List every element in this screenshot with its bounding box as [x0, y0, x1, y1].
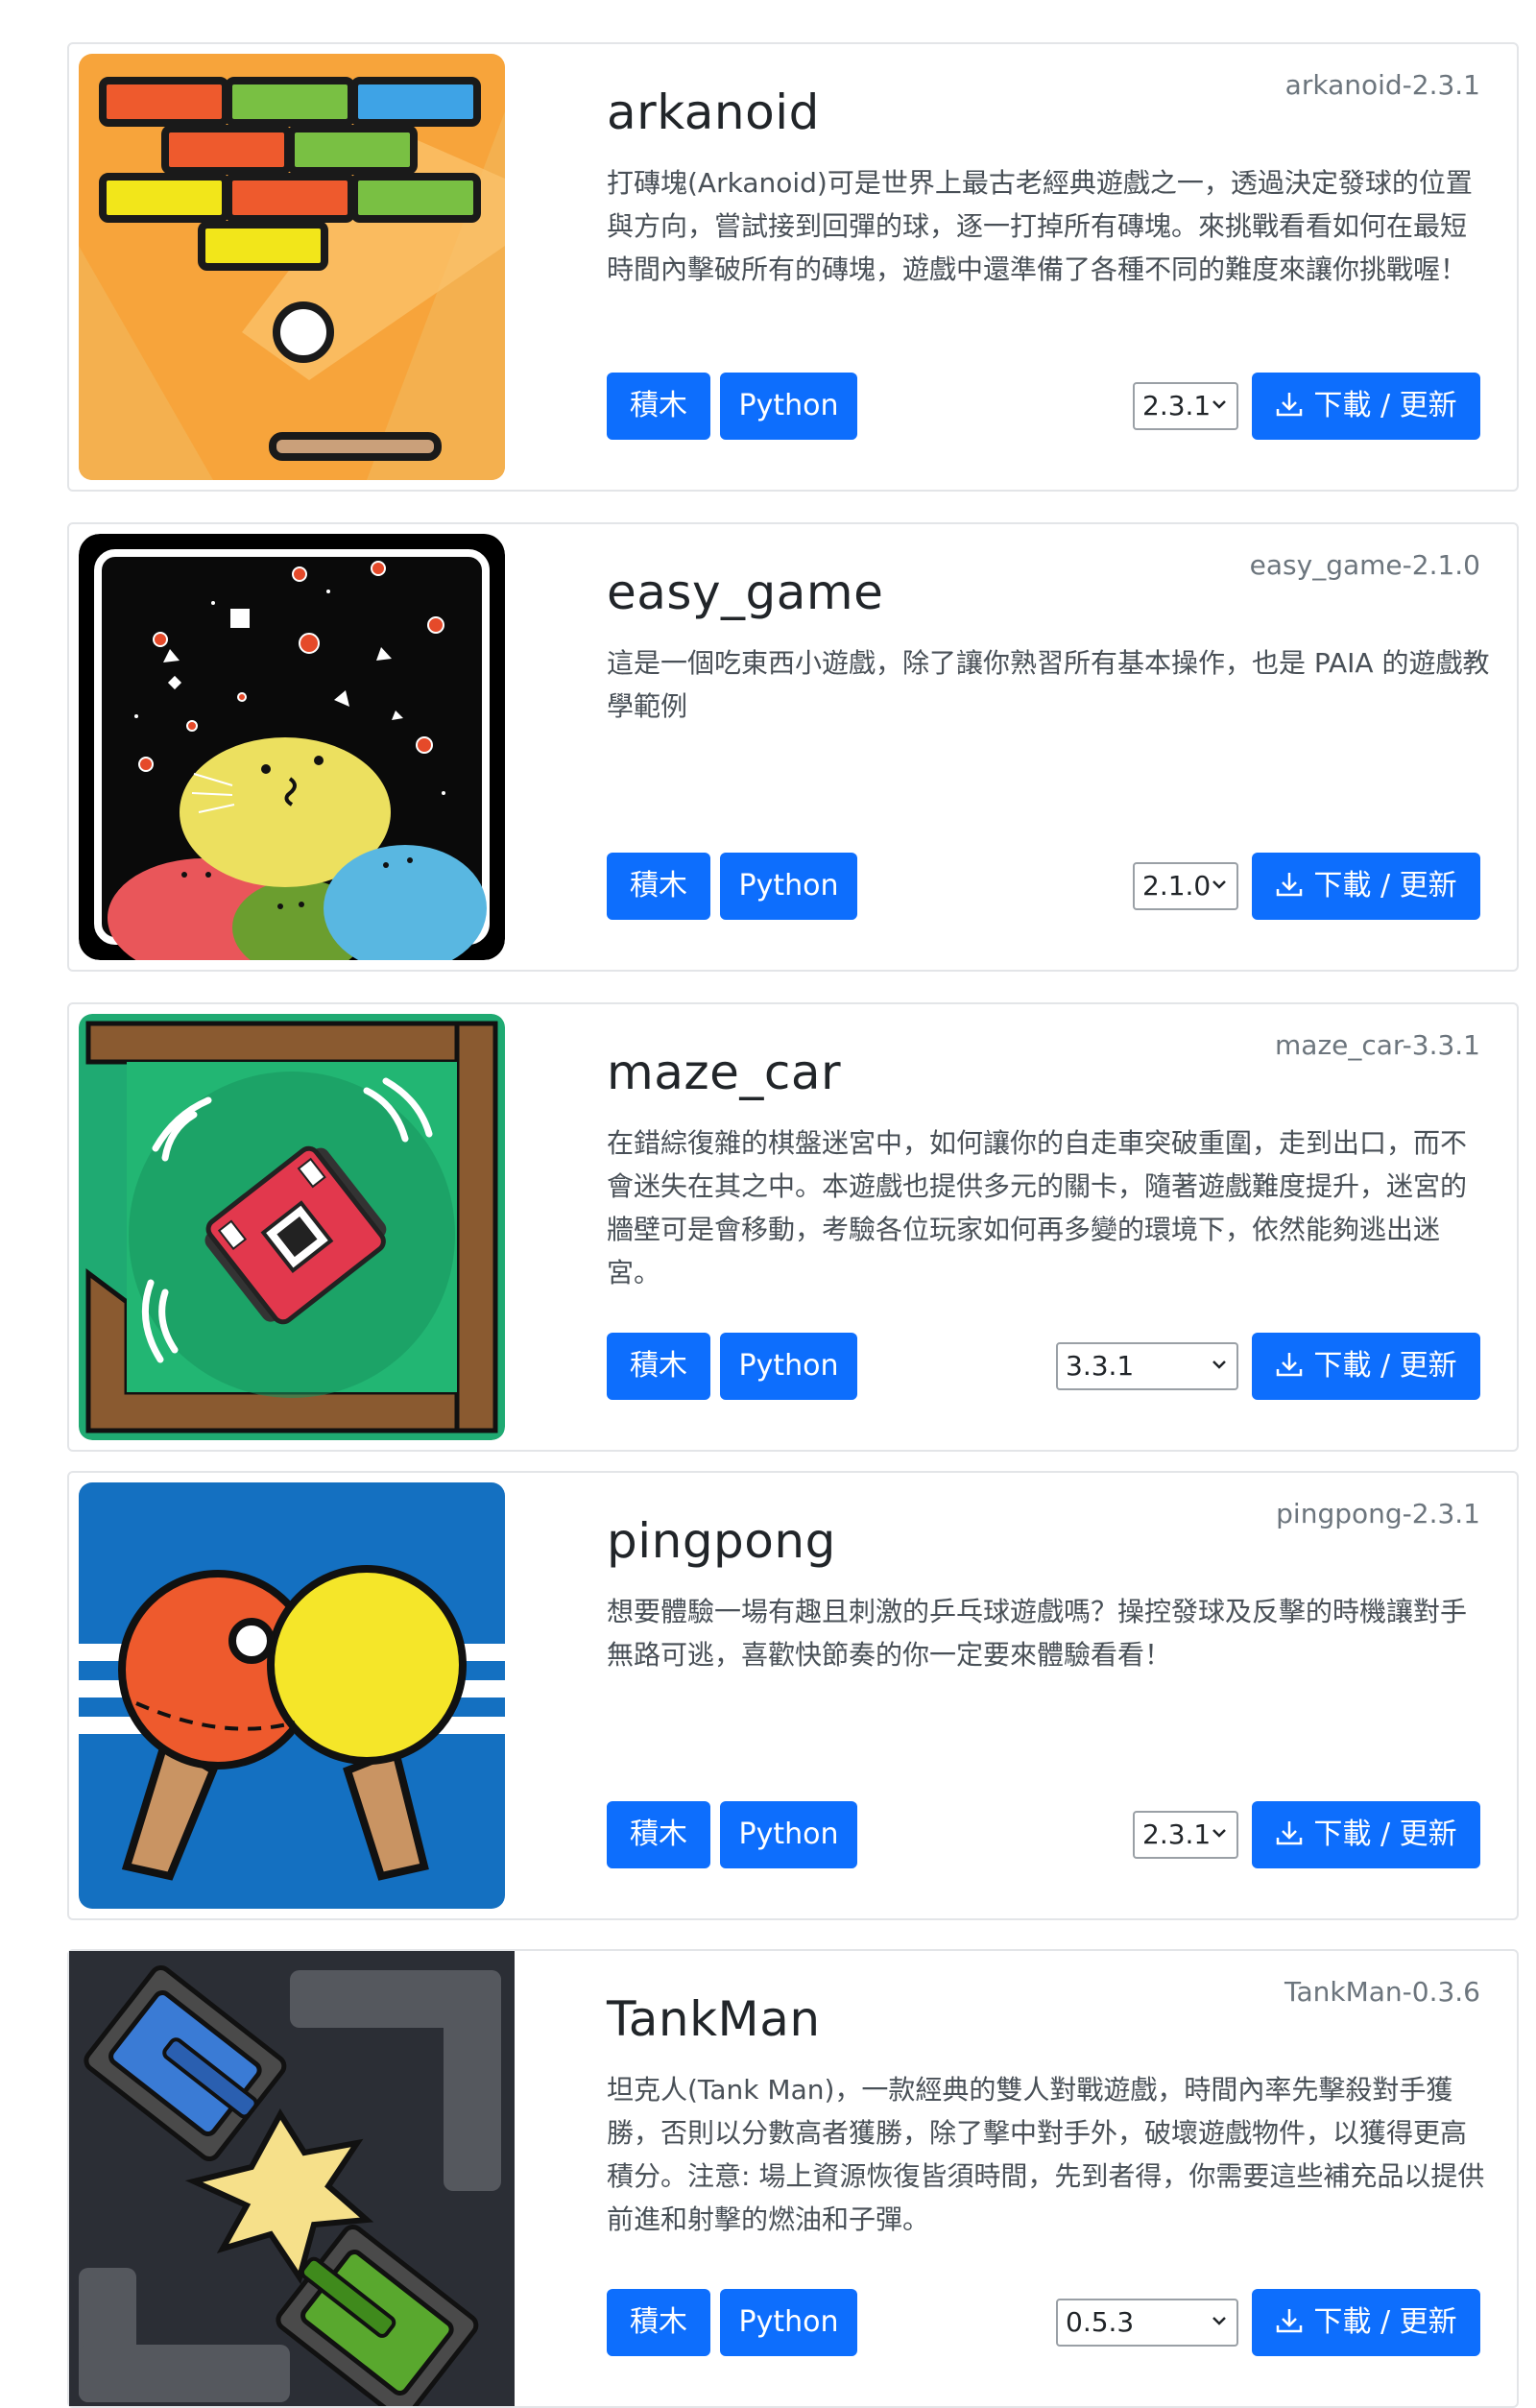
download-label: 下載 / 更新 — [1313, 869, 1457, 903]
game-title: pingpong — [607, 1513, 836, 1569]
download-label: 下載 / 更新 — [1313, 1349, 1457, 1383]
chevron-down-icon — [1212, 1361, 1226, 1369]
python-button[interactable]: Python — [720, 2289, 857, 2356]
chevron-down-icon — [1212, 880, 1226, 889]
chevron-down-icon — [1212, 2317, 1226, 2325]
tankman-thumbnail — [69, 1951, 515, 2406]
pingpong-thumbnail — [79, 1482, 505, 1909]
version-select[interactable]: 0.5.3 — [1056, 2299, 1238, 2347]
pingpong-image — [79, 1482, 505, 1909]
version-select-value: 2.3.1 — [1142, 1818, 1212, 1850]
arkanoid-image — [79, 54, 505, 480]
game-card-tankman: TankMan TankMan-0.3.6 坦克人(Tank Man)，一款經典… — [67, 1949, 1519, 2408]
game-title: arkanoid — [607, 84, 820, 140]
game-description: 在錯綜復雜的棋盤迷宮中，如何讓你的自走車突破重圍，走到出口，而不會迷失在其之中。… — [607, 1127, 1468, 1288]
version-tag: maze_car-3.3.1 — [1275, 1029, 1480, 1061]
game-card-pingpong: pingpong pingpong-2.3.1 想要體驗一場有趣且刺激的乒乓球遊… — [67, 1471, 1519, 1920]
download-icon — [1277, 2309, 1303, 2333]
download-icon — [1277, 873, 1303, 897]
download-update-button[interactable]: 下載 / 更新 — [1252, 2289, 1480, 2356]
blocks-button[interactable]: 積木 — [607, 2289, 710, 2356]
version-select-value: 2.1.0 — [1142, 870, 1212, 902]
maze-car-image — [79, 1014, 505, 1440]
download-label: 下載 / 更新 — [1313, 2305, 1457, 2339]
version-tag: TankMan-0.3.6 — [1284, 1976, 1480, 2008]
version-select-value: 3.3.1 — [1066, 1350, 1135, 1382]
download-icon — [1277, 1821, 1303, 1845]
download-icon — [1277, 1353, 1303, 1377]
blocks-button[interactable]: 積木 — [607, 1801, 710, 1868]
version-tag: easy_game-2.1.0 — [1249, 549, 1480, 581]
version-tag: arkanoid-2.3.1 — [1284, 69, 1480, 101]
chevron-down-icon — [1212, 400, 1226, 409]
game-description: 想要體驗一場有趣且刺激的乒乓球遊戲嗎？操控發球及反擊的時機讓對手無路可逃，喜歡快… — [607, 1596, 1468, 1671]
blocks-button[interactable]: 積木 — [607, 1333, 710, 1400]
version-select[interactable]: 2.3.1 — [1133, 382, 1238, 430]
download-icon — [1277, 393, 1303, 417]
chevron-down-icon — [1212, 1829, 1226, 1838]
python-button[interactable]: Python — [720, 373, 857, 440]
download-update-button[interactable]: 下載 / 更新 — [1252, 853, 1480, 920]
download-label: 下載 / 更新 — [1313, 389, 1457, 422]
version-select[interactable]: 3.3.1 — [1056, 1342, 1238, 1390]
version-select-value: 2.3.1 — [1142, 390, 1212, 421]
version-tag: pingpong-2.3.1 — [1276, 1498, 1480, 1529]
game-title: maze_car — [607, 1045, 842, 1100]
easy-game-image — [79, 534, 505, 960]
maze-car-thumbnail — [79, 1014, 505, 1440]
python-button[interactable]: Python — [720, 1333, 857, 1400]
python-button[interactable]: Python — [720, 1801, 857, 1868]
download-label: 下載 / 更新 — [1313, 1818, 1457, 1851]
game-description: 這是一個吃東西小遊戲，除了讓你熟習所有基本操作，也是 PAIA 的遊戲教學範例 — [607, 647, 1490, 722]
python-button[interactable]: Python — [720, 853, 857, 920]
version-select[interactable]: 2.3.1 — [1133, 1811, 1238, 1859]
version-select[interactable]: 2.1.0 — [1133, 862, 1238, 910]
easy-game-thumbnail — [79, 534, 505, 960]
tankman-image — [69, 1951, 515, 2406]
version-select-value: 0.5.3 — [1066, 2306, 1135, 2338]
download-update-button[interactable]: 下載 / 更新 — [1252, 1333, 1480, 1400]
download-update-button[interactable]: 下載 / 更新 — [1252, 1801, 1480, 1868]
game-description: 打磚塊(Arkanoid)可是世界上最古老經典遊戲之一，透過決定發球的位置與方向… — [607, 167, 1473, 285]
blocks-button[interactable]: 積木 — [607, 853, 710, 920]
game-card-easy-game: easy_game easy_game-2.1.0 這是一個吃東西小遊戲，除了讓… — [67, 522, 1519, 972]
game-description: 坦克人(Tank Man)，一款經典的雙人對戰遊戲，時間內率先擊殺對手獲勝，否則… — [607, 2074, 1485, 2235]
blocks-button[interactable]: 積木 — [607, 373, 710, 440]
arkanoid-thumbnail — [79, 54, 505, 480]
download-update-button[interactable]: 下載 / 更新 — [1252, 373, 1480, 440]
game-title: easy_game — [607, 565, 884, 620]
game-card-maze-car: maze_car maze_car-3.3.1 在錯綜復雜的棋盤迷宮中，如何讓你… — [67, 1002, 1519, 1452]
game-title: TankMan — [607, 1991, 821, 2047]
game-card-arkanoid: arkanoid arkanoid-2.3.1 打磚塊(Arkanoid)可是世… — [67, 42, 1519, 492]
